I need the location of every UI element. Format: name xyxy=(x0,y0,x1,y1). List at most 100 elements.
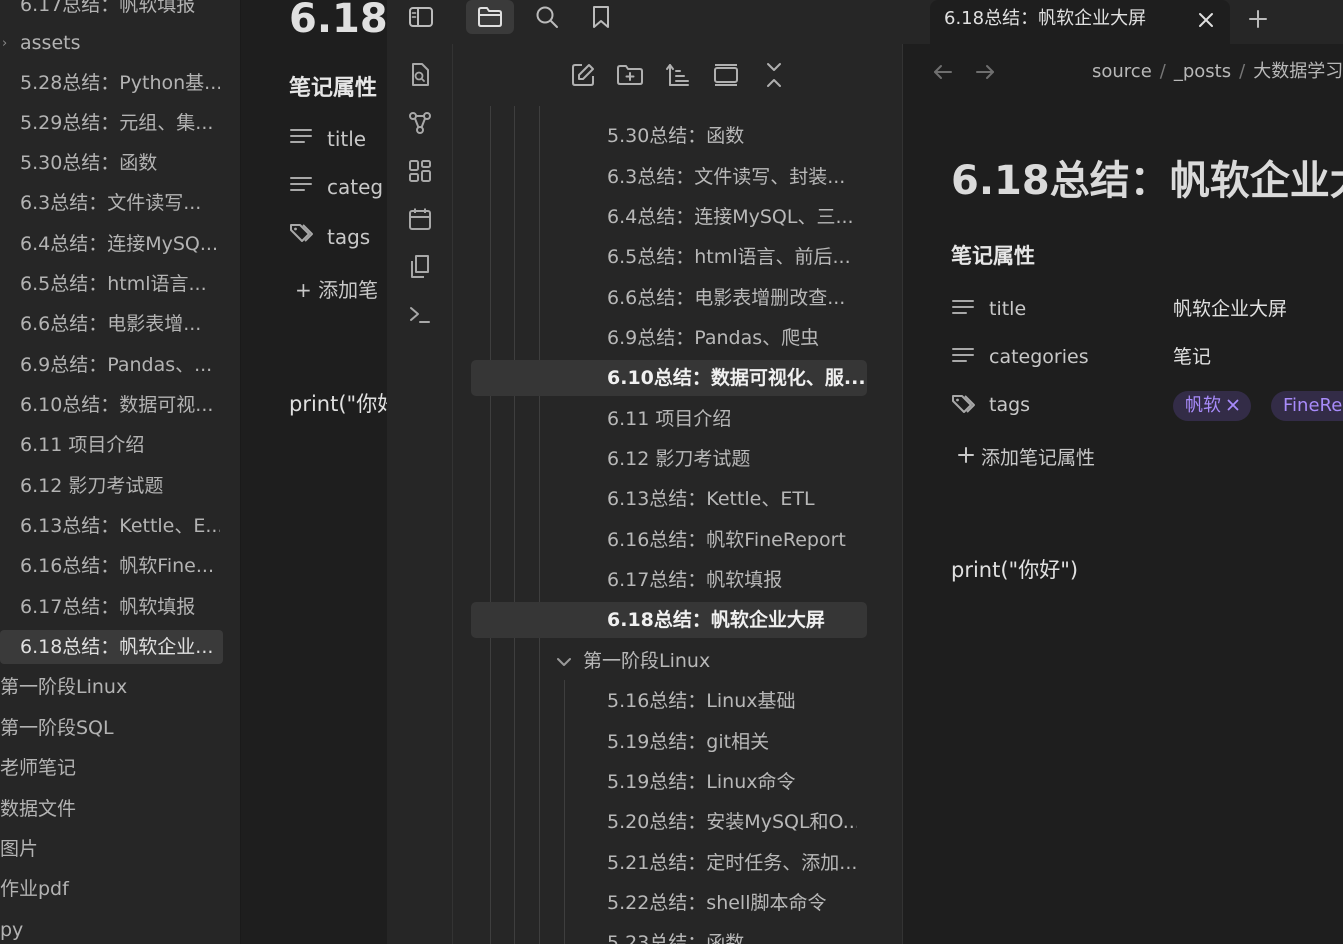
chevron-right-icon[interactable]: › xyxy=(2,36,7,51)
bg-file-item[interactable]: 6.4总结：连接MySQ... xyxy=(20,227,220,261)
files-icon[interactable] xyxy=(466,0,514,34)
tree-file-item[interactable]: 5.30总结：函数 xyxy=(607,118,857,154)
bg-folder-assets[interactable]: assets xyxy=(20,26,220,60)
tree-file-item[interactable]: 5.19总结：git相关 xyxy=(607,724,857,760)
properties-heading[interactable]: 笔记属性 xyxy=(951,240,1035,270)
tag-pill[interactable]: FineReport xyxy=(1271,391,1343,421)
arrow-left-icon[interactable] xyxy=(929,58,957,86)
bg-file-item[interactable]: 5.28总结：Python基... xyxy=(20,66,220,100)
bg-note-title: 6.18总 xyxy=(289,0,387,42)
bg-folder-item[interactable]: 数据文件 xyxy=(0,792,200,826)
tree-folder-linux[interactable]: 第一阶段Linux xyxy=(557,643,710,679)
daily-note-icon[interactable] xyxy=(405,204,435,234)
property-value[interactable]: 笔记 xyxy=(1173,341,1211,373)
tree-file-item[interactable]: 6.12 影刀考试题 xyxy=(607,441,857,477)
left-ribbon xyxy=(387,44,453,944)
bg-file-item[interactable]: 5.29总结：元组、集... xyxy=(20,106,220,140)
tree-file-item[interactable]: 6.3总结：文件读写、封装... xyxy=(607,159,857,195)
bg-prop-key: categ xyxy=(327,175,384,199)
tree-file-item[interactable]: 6.4总结：连接MySQL、三... xyxy=(607,199,857,235)
bg-file-item[interactable]: 6.5总结：html语言... xyxy=(20,267,220,301)
tree-file-item[interactable]: 6.13总结：Kettle、ETL xyxy=(607,481,857,517)
tree-file-item[interactable]: 6.11 项目介绍 xyxy=(607,401,857,437)
property-key[interactable]: title xyxy=(989,293,1026,325)
bg-file-item[interactable]: 6.13总结：Kettle、E... xyxy=(20,509,220,543)
tree-indent-guide xyxy=(514,106,515,944)
tree-file-item[interactable]: 6.5总结：html语言、前后... xyxy=(607,239,857,275)
bg-file-item[interactable]: 6.9总结：Pandas、... xyxy=(20,348,220,382)
tree-indent-guide xyxy=(539,106,540,944)
search-icon[interactable] xyxy=(523,0,571,34)
bg-folder-item[interactable]: 第一阶段Linux xyxy=(0,670,200,704)
close-tab-icon[interactable] xyxy=(1192,6,1220,34)
chevron-down-icon xyxy=(557,644,583,680)
bookmark-icon[interactable] xyxy=(577,0,625,34)
tree-indent-guide xyxy=(490,106,491,944)
sidebar-toolbar xyxy=(387,0,930,44)
tree-file-item[interactable]: 6.17总结：帆软填报 xyxy=(607,562,857,598)
breadcrumb-item[interactable]: 大数据学习 xyxy=(1253,61,1343,82)
sort-icon[interactable] xyxy=(663,60,693,90)
tags-icon xyxy=(289,222,315,249)
close-icon[interactable] xyxy=(759,60,789,90)
bg-file-item[interactable]: 6.10总结：数据可视... xyxy=(20,388,220,422)
bg-folder-item[interactable]: 老师笔记 xyxy=(0,751,200,785)
breadcrumb-item[interactable]: source xyxy=(1092,61,1152,82)
bg-file-item[interactable]: 5.30总结：函数 xyxy=(20,146,220,180)
arrow-right-icon[interactable] xyxy=(971,58,999,86)
tree-file-item[interactable]: 6.9总结：Pandas、爬虫 xyxy=(607,320,857,356)
new-note-icon[interactable] xyxy=(568,60,598,90)
tree-file-item[interactable]: 5.21总结：定时任务、添加... xyxy=(607,845,857,881)
bg-file-item[interactable]: 6.16总结：帆软Fine... xyxy=(20,549,220,583)
tree-file-item[interactable]: 6.16总结：帆软FineReport xyxy=(607,522,857,558)
bg-prop-title[interactable]: title xyxy=(289,126,366,151)
tree-file-item[interactable]: 5.20总结：安装MySQL和O... xyxy=(607,804,857,840)
tree-file-item-active[interactable]: 6.18总结：帆软企业大屏 xyxy=(471,602,867,638)
bg-file-item[interactable]: 6.17总结：帆软填报 xyxy=(20,0,220,22)
tree-file-item[interactable]: 5.22总结：shell脚本命令 xyxy=(607,885,857,921)
bg-prop-tags[interactable]: tags xyxy=(289,222,370,249)
bg-add-property[interactable]: + 添加笔 xyxy=(295,274,378,303)
new-tab-icon[interactable] xyxy=(1242,4,1274,34)
bg-file-item[interactable]: 6.12 影刀考试题 xyxy=(20,469,220,503)
templates-icon[interactable] xyxy=(405,252,435,282)
tab-bar: 6.18总结：帆软企业大屏 xyxy=(930,0,1343,44)
quick-switcher-icon[interactable] xyxy=(405,60,435,90)
bg-file-item[interactable]: 6.3总结：文件读写... xyxy=(20,186,220,220)
tree-file-item[interactable]: 5.23总结：函数 xyxy=(607,925,857,944)
property-row-title[interactable]: title 帆软企业大屏 xyxy=(951,293,1343,325)
tree-file-item[interactable]: 5.16总结：Linux基础 xyxy=(607,683,857,719)
property-row-tags[interactable]: tags 帆软 FineReport xyxy=(951,389,1343,421)
tag-pill[interactable]: 帆软 xyxy=(1173,391,1251,421)
bg-prop-categories[interactable]: categ xyxy=(289,174,383,199)
new-folder-icon[interactable] xyxy=(615,60,645,90)
remove-tag-icon[interactable] xyxy=(1227,395,1239,416)
bg-folder-item[interactable]: 作业pdf xyxy=(0,872,200,906)
property-value[interactable]: 帆软企业大屏 xyxy=(1173,293,1287,325)
bg-file-item[interactable]: 6.17总结：帆软填报 xyxy=(20,590,220,624)
tree-file-item-hovered[interactable]: 6.10总结：数据可视化、服... xyxy=(471,360,867,396)
bg-file-item[interactable]: 6.6总结：电影表增... xyxy=(20,307,220,341)
tree-file-item[interactable]: 6.6总结：电影表增删改查... xyxy=(607,280,857,316)
tags-icon xyxy=(951,393,977,417)
terminal-icon[interactable] xyxy=(405,300,435,330)
canvas-icon[interactable] xyxy=(405,156,435,186)
collapse-all-icon[interactable] xyxy=(711,60,741,90)
sidebar-toggle-icon[interactable] xyxy=(397,0,445,34)
bg-folder-item[interactable]: py xyxy=(0,913,200,944)
breadcrumb-item[interactable]: _posts xyxy=(1174,61,1231,82)
note-title[interactable]: 6.18总结：帆软企业大屏 xyxy=(951,148,1343,206)
graph-view-icon[interactable] xyxy=(405,108,435,138)
bg-folder-item[interactable]: 第一阶段SQL xyxy=(0,711,200,745)
bg-folder-item[interactable]: 图片 xyxy=(0,832,200,866)
tree-file-item[interactable]: 5.19总结：Linux命令 xyxy=(607,764,857,800)
property-key[interactable]: tags xyxy=(989,389,1030,421)
bg-file-item[interactable]: 6.11 项目介绍 xyxy=(20,428,220,462)
tab-active-note[interactable]: 6.18总结：帆软企业大屏 xyxy=(930,0,1230,44)
bg-file-item-selected[interactable]: 6.18总结：帆软企业... xyxy=(0,630,223,664)
property-key[interactable]: categories xyxy=(989,341,1089,373)
add-property-button[interactable]: 添加笔记属性 xyxy=(957,443,1095,470)
property-row-categories[interactable]: categories 笔记 xyxy=(951,341,1343,373)
bg-props-heading: 笔记属性 xyxy=(289,76,378,101)
note-body-line[interactable]: print("你好") xyxy=(951,554,1078,584)
